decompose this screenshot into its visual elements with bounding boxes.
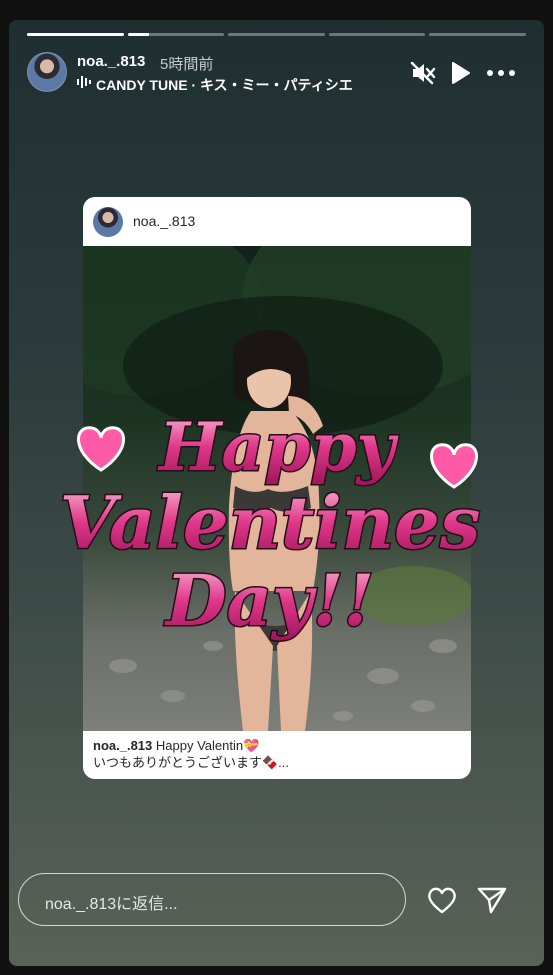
story-header: noa._.813 5時間前 CANDY TUNE · キス・ミー・パティシエ — [27, 50, 526, 94]
post-header: noa._.813 — [83, 197, 471, 246]
like-heart-icon[interactable] — [426, 885, 458, 915]
story-viewer: noa._.813 5時間前 CANDY TUNE · キス・ミー・パティシエ … — [9, 20, 544, 966]
progress-fill — [27, 33, 124, 36]
post-username: noa._.813 — [133, 213, 196, 229]
caption-line-2: いつもありがとうございます🍫... — [93, 755, 290, 770]
shared-post-card[interactable]: noa._.813 noa._.813 Happy Valentin💝 いつもあ… — [83, 197, 471, 779]
more-options-icon[interactable] — [485, 60, 517, 86]
avatar[interactable] — [27, 52, 67, 92]
progress-segment — [27, 33, 124, 36]
progress-segment — [228, 33, 325, 36]
progress-segment — [328, 33, 426, 36]
story-progress-bar — [27, 33, 526, 36]
post-photo — [83, 246, 471, 731]
progress-segment — [429, 33, 526, 36]
post-caption: noa._.813 Happy Valentin💝 いつもありがとうございます🍫… — [93, 737, 461, 771]
reply-placeholder: noa._.813に返信... — [45, 896, 178, 913]
photo-illustration — [83, 246, 471, 731]
caption-line-1: Happy Valentin💝 — [155, 738, 260, 753]
post-avatar — [93, 207, 123, 237]
progress-segment — [127, 33, 225, 36]
caption-username: noa._.813 — [93, 738, 153, 753]
reply-input[interactable]: noa._.813に返信... — [18, 873, 406, 926]
music-label[interactable]: CANDY TUNE · キス・ミー・パティシエ — [96, 75, 353, 95]
story-username[interactable]: noa._.813 — [77, 53, 145, 70]
play-icon[interactable] — [447, 60, 473, 86]
progress-fill — [127, 33, 149, 36]
music-bars-icon — [77, 76, 91, 88]
mute-icon[interactable] — [410, 60, 436, 86]
story-timestamp: 5時間前 — [160, 56, 214, 73]
send-icon[interactable] — [476, 885, 508, 915]
